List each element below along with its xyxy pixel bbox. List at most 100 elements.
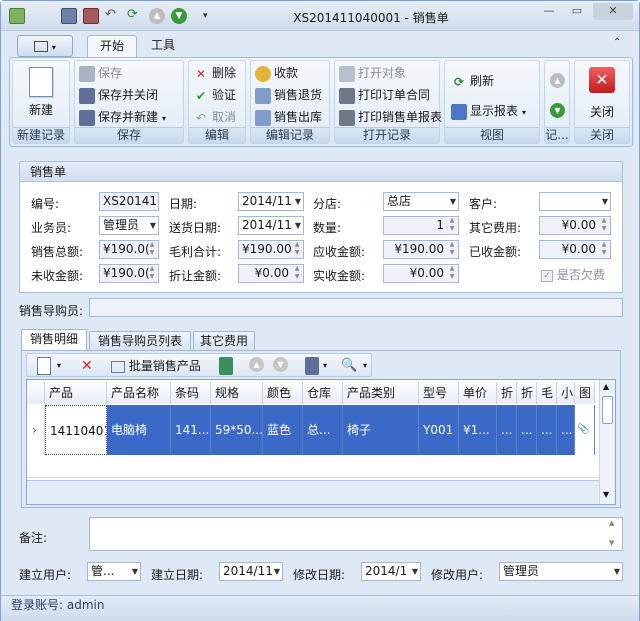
column-header[interactable]: 图 <box>575 382 595 404</box>
refresh-button[interactable]: ⟳ 刷新 <box>451 71 494 91</box>
date-field[interactable]: 2014/11 ▼ <box>238 192 304 211</box>
open-object-button[interactable]: 打开对象 <box>339 63 406 83</box>
minimize-button[interactable]: — <box>535 3 563 20</box>
next-record-icon[interactable]: ▼ <box>550 103 565 118</box>
received-field[interactable]: ¥0.00 ▲ ▼ <box>539 240 611 259</box>
unreceived-field[interactable]: ¥190.0(▲ ▼ <box>99 264 159 283</box>
ribbon-collapse-icon[interactable]: ⌃ <box>613 37 621 48</box>
vertical-scrollbar[interactable]: ▲ ▼ <box>599 380 615 504</box>
column-header[interactable]: 毛 <box>537 382 557 404</box>
delete-button[interactable]: ✕ 删除 <box>193 63 236 83</box>
column-header[interactable]: 条码 <box>171 382 211 404</box>
save-grid-icon[interactable] <box>305 357 319 375</box>
column-header[interactable]: 型号 <box>419 382 459 404</box>
save-icon[interactable] <box>61 8 77 24</box>
print-contract-button[interactable]: 打印订单合同 <box>339 85 430 105</box>
branch-select[interactable]: 总店 ▼ <box>383 192 459 211</box>
print-report-button[interactable]: 打印销售单报表 <box>339 107 442 127</box>
grid-cell[interactable]: ... <box>537 405 557 455</box>
save-close-icon[interactable] <box>83 8 99 24</box>
move-up-icon[interactable]: ▲ <box>249 357 264 372</box>
column-header[interactable]: 折 <box>497 382 517 404</box>
grid-cell[interactable]: 141... <box>171 405 211 455</box>
prev-record-icon[interactable]: ▲ <box>550 73 565 88</box>
next-record-icon[interactable]: ▼ <box>171 8 187 24</box>
save-close-button[interactable]: 保存并关闭 <box>79 85 158 105</box>
created-date-field[interactable]: 2014/11 ▼ <box>219 562 283 581</box>
modifier-select[interactable]: 管理员 ▼ <box>499 562 623 581</box>
export-icon[interactable] <box>219 357 233 375</box>
is-owed-checkbox[interactable]: ✓ 是否欠费 <box>541 266 605 283</box>
quantity-field[interactable]: 1 ▲ ▼ <box>383 216 459 235</box>
grid-cell[interactable]: ¥1... <box>459 405 497 455</box>
new-row-icon[interactable] <box>37 357 51 375</box>
customize-qat-icon[interactable]: ▾ <box>203 8 219 24</box>
grid-cell[interactable]: ... <box>497 405 517 455</box>
column-header[interactable]: 单价 <box>459 382 497 404</box>
scroll-down-icon[interactable]: ▼ <box>603 490 609 499</box>
receive-payment-button[interactable]: 收款 <box>255 63 298 83</box>
grid-cell[interactable]: Y001 <box>419 405 459 455</box>
close-window-button[interactable]: ✕ <box>593 3 633 20</box>
move-down-icon[interactable]: ▼ <box>273 357 288 372</box>
overflow-icon[interactable]: ▾ <box>363 357 367 375</box>
prev-record-icon[interactable]: ▲ <box>149 8 165 24</box>
column-header[interactable]: 折 <box>517 382 537 404</box>
chevron-down-icon[interactable]: ▾ <box>323 357 327 375</box>
scroll-thumb[interactable] <box>602 396 613 424</box>
chevron-down-icon[interactable]: ▾ <box>57 357 61 375</box>
app-menu-button[interactable]: ▾ <box>17 35 73 57</box>
tab-tools[interactable]: 工具 <box>141 35 185 57</box>
grid-cell[interactable]: ... <box>557 405 575 455</box>
restore-button[interactable]: ▭ <box>563 3 591 20</box>
show-report-button[interactable]: 显示报表 ▾ <box>451 101 526 121</box>
scroll-down-icon[interactable]: ▼ <box>609 539 614 547</box>
grid-cell[interactable]: 59*50... <box>211 405 263 455</box>
tab-start[interactable]: 开始 <box>87 35 137 57</box>
grid-cell[interactable]: ... <box>517 405 537 455</box>
close-record-button[interactable]: ✕ 关闭 <box>581 65 623 125</box>
salesman-select[interactable]: 管理员 ▼ <box>99 216 159 235</box>
save-new-button[interactable]: 保存并新建 ▾ <box>79 107 166 127</box>
column-header[interactable]: 规格 <box>211 382 263 404</box>
new-button[interactable]: 新建 <box>19 65 63 125</box>
column-header[interactable]: 颜色 <box>263 382 303 404</box>
sales-return-button[interactable]: 销售退货 <box>255 85 322 105</box>
batch-sell-button[interactable]: 批量销售产品 <box>111 357 201 375</box>
remark-textarea[interactable] <box>89 517 623 551</box>
row-indicator[interactable]: › <box>27 405 45 455</box>
column-header[interactable]: 产品类别 <box>343 382 419 404</box>
grid-cell[interactable]: 14110401 <box>45 405 107 455</box>
grid-cell[interactable]: 椅子 <box>343 405 419 455</box>
scroll-up-icon[interactable]: ▲ <box>609 519 614 527</box>
scroll-up-icon[interactable]: ▲ <box>603 382 609 391</box>
delete-row-icon[interactable]: ✕ <box>81 357 93 375</box>
customer-select[interactable]: ▼ <box>539 192 611 211</box>
delivery-date-field[interactable]: 2014/11 ▼ <box>238 216 304 235</box>
guide-field[interactable] <box>89 298 623 317</box>
verify-button[interactable]: ✔ 验证 <box>193 85 236 105</box>
actual-received-field[interactable]: ¥0.00 ▲ ▼ <box>383 264 459 283</box>
creator-select[interactable]: 管... ▼ <box>87 562 141 581</box>
attachment-icon[interactable]: 📎 <box>575 405 595 455</box>
refresh-icon[interactable]: ⟳ <box>127 8 143 24</box>
grid-cell[interactable]: 蓝色 <box>263 405 303 455</box>
search-icon[interactable]: 🔍 <box>341 357 357 375</box>
receivable-field[interactable]: ¥190.00 ▲ ▼ <box>383 240 459 259</box>
undo-icon[interactable]: ↶ <box>105 8 121 24</box>
other-fee-field[interactable]: ¥0.00 ▲ ▼ <box>539 216 611 235</box>
save-button[interactable]: 保存 <box>79 63 122 83</box>
sales-total-field[interactable]: ¥190.0(▲ ▼ <box>99 240 159 259</box>
number-field[interactable]: XS201411 <box>99 192 159 211</box>
tab-sales-detail[interactable]: 销售明细 <box>21 329 87 351</box>
tab-other-fees[interactable]: 其它费用 <box>193 331 255 351</box>
modified-date-field[interactable]: 2014/1 ▼ <box>361 562 421 581</box>
gross-profit-field[interactable]: ¥190.00 ▲ ▼ <box>238 240 304 259</box>
cancel-button[interactable]: ↶ 取消 <box>193 107 236 127</box>
column-header[interactable]: 小 <box>557 382 575 404</box>
discount-field[interactable]: ¥0.00 ▲ ▼ <box>238 264 304 283</box>
grid-cell[interactable]: 总... <box>303 405 343 455</box>
sales-outbound-button[interactable]: 销售出库 <box>255 107 322 127</box>
column-header[interactable]: 产品 <box>45 382 107 404</box>
tab-sales-guides[interactable]: 销售导购员列表 <box>89 331 191 351</box>
